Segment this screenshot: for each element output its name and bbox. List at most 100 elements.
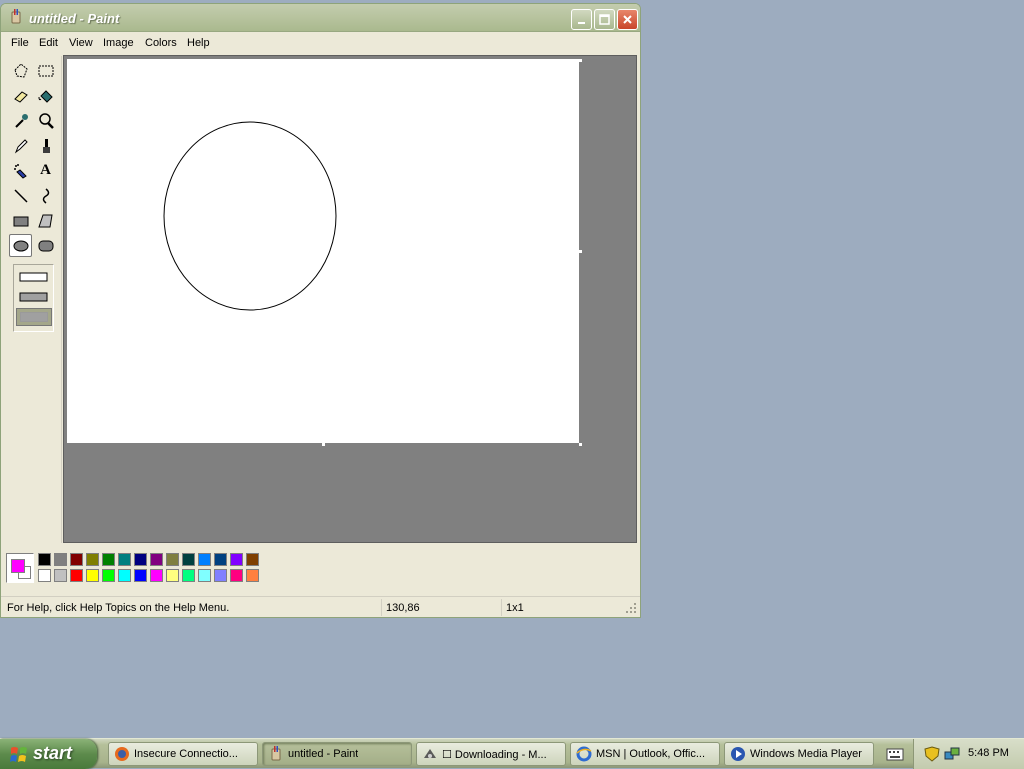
palette-swatch[interactable] [38, 553, 51, 566]
magnifier-icon [38, 112, 54, 129]
rounded-rect-tool[interactable] [34, 234, 57, 257]
title-bar[interactable]: untitled - Paint [1, 4, 640, 32]
resize-grip-icon[interactable] [625, 602, 637, 614]
color-palette [1, 545, 640, 593]
free-form-select-icon [13, 62, 28, 78]
airbrush-tool[interactable] [9, 159, 32, 182]
start-button[interactable]: start [0, 739, 97, 769]
palette-swatch[interactable] [70, 553, 83, 566]
palette-swatch[interactable] [182, 569, 195, 582]
network-icon[interactable] [944, 746, 960, 762]
rect-select-tool[interactable] [34, 59, 57, 82]
palette-swatch[interactable] [38, 569, 51, 582]
palette-swatch[interactable] [246, 553, 259, 566]
outline-only-option[interactable] [19, 271, 49, 283]
window-title: untitled - Paint [29, 11, 120, 26]
minimize-icon [578, 22, 585, 24]
polygon-tool[interactable] [34, 209, 57, 232]
rectangle-tool[interactable] [9, 209, 32, 232]
status-coordinates: 130,86 [381, 599, 499, 616]
foreground-color-swatch[interactable] [11, 559, 25, 573]
task-insecure-connection[interactable]: Insecure Connectio... [108, 742, 258, 766]
color-picker-tool[interactable] [9, 109, 32, 132]
line-icon [13, 188, 28, 203]
resize-handle-corner[interactable] [579, 443, 582, 446]
paint-icon [271, 746, 281, 761]
current-colors[interactable] [6, 553, 34, 583]
minimize-button[interactable] [571, 9, 592, 30]
tool-box: A [5, 56, 62, 543]
paint-window: untitled - Paint File Edit View Image Co… [0, 3, 641, 618]
brush-tool[interactable] [34, 134, 57, 157]
menu-help[interactable]: Help [187, 37, 210, 49]
curve-icon [42, 187, 49, 204]
windows-logo-icon [10, 747, 27, 762]
eraser-tool[interactable] [9, 84, 32, 107]
palette-swatch[interactable] [102, 569, 115, 582]
rounded-rect-icon [38, 240, 53, 251]
palette-swatch[interactable] [54, 569, 67, 582]
palette-swatch[interactable] [54, 553, 67, 566]
security-shield-icon[interactable] [924, 746, 940, 762]
fill-tool[interactable] [34, 84, 57, 107]
palette-swatch[interactable] [70, 569, 83, 582]
ie-icon [576, 746, 592, 762]
palette-swatch[interactable] [166, 569, 179, 582]
palette-swatch[interactable] [86, 553, 99, 566]
keyboard-language-icon[interactable] [886, 746, 904, 762]
clock[interactable]: 5:48 PM [968, 747, 1009, 759]
pencil-icon [14, 138, 28, 153]
palette-swatch[interactable] [150, 569, 163, 582]
airbrush-icon [13, 163, 27, 179]
system-tray: 5:48 PM [913, 739, 1024, 769]
task-windows-media-player[interactable]: Windows Media Player [724, 742, 874, 766]
palette-swatch[interactable] [150, 553, 163, 566]
task-msn-outlook[interactable]: MSN | Outlook, Offic... [570, 742, 720, 766]
palette-swatch[interactable] [198, 569, 211, 582]
palette-swatch[interactable] [134, 553, 147, 566]
menu-file[interactable]: File [11, 37, 29, 49]
close-icon [623, 15, 632, 24]
palette-swatch[interactable] [214, 569, 227, 582]
palette-swatch[interactable] [86, 569, 99, 582]
palette-swatch[interactable] [214, 553, 227, 566]
menu-colors[interactable]: Colors [145, 37, 177, 49]
drawing-canvas[interactable] [67, 59, 579, 443]
ellipse-tool[interactable] [9, 234, 32, 257]
palette-swatch[interactable] [198, 553, 211, 566]
palette-swatch[interactable] [230, 553, 243, 566]
palette-swatch[interactable] [166, 553, 179, 566]
magnifier-tool[interactable] [34, 109, 57, 132]
resize-handle-right[interactable] [579, 250, 582, 253]
fill-only-option-selected[interactable] [16, 308, 52, 326]
palette-swatch[interactable] [230, 569, 243, 582]
task-untitled-paint[interactable]: untitled - Paint [262, 742, 412, 766]
free-form-select-tool[interactable] [9, 59, 32, 82]
palette-swatch[interactable] [246, 569, 259, 582]
paint-app-icon [11, 9, 21, 24]
resize-handle-right-top[interactable] [579, 59, 582, 62]
rect-select-icon [38, 65, 53, 76]
maximize-button[interactable] [594, 9, 615, 30]
color-picker-icon [14, 113, 28, 128]
rectangle-icon [13, 216, 28, 226]
pencil-tool[interactable] [9, 134, 32, 157]
task-downloading[interactable]: ☐ Downloading - M... [416, 742, 566, 766]
palette-swatch[interactable] [118, 553, 131, 566]
menu-edit[interactable]: Edit [39, 37, 58, 49]
palette-swatch[interactable] [102, 553, 115, 566]
palette-swatch[interactable] [118, 569, 131, 582]
fill-style-options [13, 264, 54, 332]
outline-fill-option[interactable] [19, 291, 49, 303]
menu-image[interactable]: Image [103, 37, 134, 49]
firefox-icon [115, 747, 129, 761]
curve-tool[interactable] [34, 184, 57, 207]
palette-swatch[interactable] [134, 569, 147, 582]
resize-handle-bottom[interactable] [322, 443, 325, 446]
palette-swatch[interactable] [182, 553, 195, 566]
line-tool[interactable] [9, 184, 32, 207]
close-button[interactable] [617, 9, 638, 30]
menu-view[interactable]: View [69, 37, 93, 49]
status-bar: For Help, click Help Topics on the Help … [1, 596, 640, 617]
text-tool[interactable]: A [34, 159, 57, 182]
